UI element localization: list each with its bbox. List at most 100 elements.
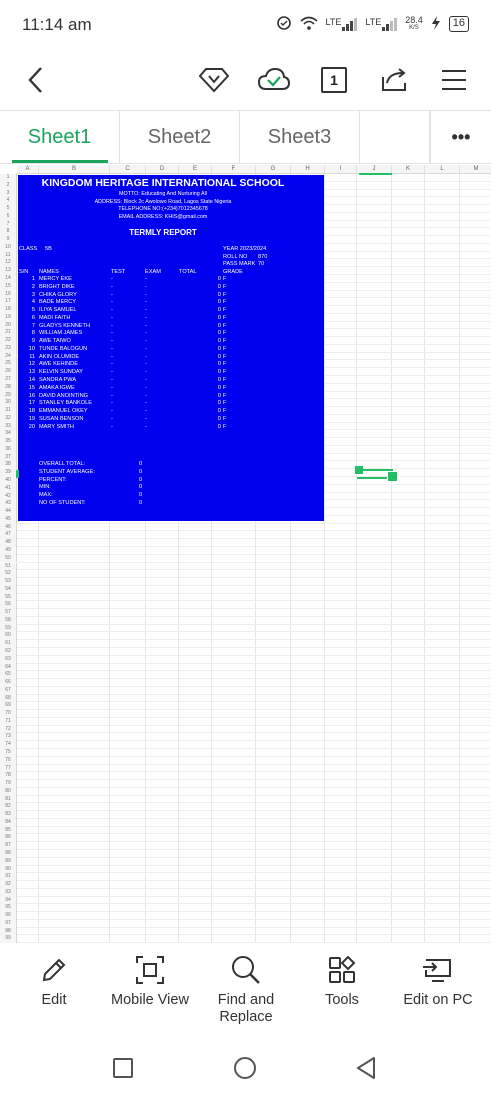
row-header[interactable]: 44 — [0, 508, 17, 516]
row-header[interactable]: 94 — [0, 896, 17, 905]
row-header[interactable]: 78 — [0, 772, 17, 781]
row-header[interactable]: 38 — [0, 461, 17, 470]
row-header[interactable]: 66 — [0, 679, 17, 687]
row-header[interactable]: 99 — [0, 935, 17, 943]
row-header[interactable]: 45 — [0, 515, 17, 524]
row-header[interactable]: 88 — [0, 849, 17, 858]
row-header[interactable]: 68 — [0, 694, 17, 703]
column-header[interactable]: C — [110, 165, 146, 174]
row-header[interactable]: 23 — [0, 344, 17, 353]
row-header[interactable]: 17 — [0, 298, 17, 307]
row-header[interactable]: 16 — [0, 290, 17, 299]
row-header[interactable]: 37 — [0, 453, 17, 462]
row-header[interactable]: 10 — [0, 243, 17, 252]
premium-button[interactable] — [196, 62, 232, 98]
row-header[interactable]: 77 — [0, 764, 17, 773]
row-header[interactable]: 6 — [0, 212, 17, 221]
row-header[interactable]: 5 — [0, 205, 17, 213]
row-header[interactable]: 86 — [0, 834, 17, 843]
mobile-view-button[interactable]: Mobile View — [101, 954, 199, 1008]
row-header[interactable]: 90 — [0, 865, 17, 874]
menu-button[interactable] — [436, 62, 472, 98]
cloud-sync-button[interactable] — [256, 62, 292, 98]
row-header[interactable]: 4 — [0, 197, 17, 206]
row-header[interactable]: 15 — [0, 282, 17, 291]
row-header[interactable]: 76 — [0, 756, 17, 765]
row-header[interactable]: 26 — [0, 368, 17, 377]
find-replace-button[interactable]: Find and Replace — [197, 954, 295, 1026]
row-header[interactable]: 18 — [0, 306, 17, 314]
row-header[interactable]: 42 — [0, 492, 17, 501]
tab-sheet2[interactable]: Sheet2 — [120, 111, 240, 163]
column-header[interactable]: L — [425, 165, 460, 174]
recent-apps-button[interactable] — [113, 1058, 133, 1078]
row-header[interactable]: 98 — [0, 927, 17, 936]
column-header[interactable]: D — [146, 165, 179, 174]
row-header[interactable]: 85 — [0, 826, 17, 835]
share-button[interactable] — [376, 62, 412, 98]
spreadsheet-grid[interactable]: ABCDEFGHIJKLM 1 2 3 4 5 6 7 8 9 10 11 12 13 14 15 16 17 1… — [0, 165, 491, 943]
row-header[interactable]: 93 — [0, 888, 17, 897]
column-header[interactable]: E — [179, 165, 212, 174]
row-header[interactable]: 31 — [0, 407, 17, 415]
row-header[interactable]: 27 — [0, 376, 17, 384]
row-header[interactable]: 73 — [0, 733, 17, 742]
row-header[interactable]: 14 — [0, 275, 17, 283]
back-button[interactable] — [18, 62, 54, 98]
row-header[interactable]: 83 — [0, 811, 17, 819]
back-nav-button[interactable] — [356, 1056, 376, 1085]
row-header[interactable]: 97 — [0, 919, 17, 928]
row-header[interactable]: 25 — [0, 360, 17, 369]
row-header[interactable]: 20 — [0, 321, 17, 330]
row-header[interactable]: 13 — [0, 267, 17, 275]
row-header[interactable]: 29 — [0, 391, 17, 400]
column-header[interactable]: A — [17, 165, 39, 174]
row-header[interactable]: 70 — [0, 710, 17, 718]
row-header[interactable]: 91 — [0, 873, 17, 882]
row-header[interactable]: 79 — [0, 780, 17, 788]
row-header[interactable]: 63 — [0, 655, 17, 664]
row-header[interactable]: 50 — [0, 554, 17, 563]
row-header[interactable]: 30 — [0, 399, 17, 408]
tools-button[interactable]: Tools — [293, 954, 391, 1008]
tab-sheet1[interactable]: Sheet1 — [0, 111, 120, 163]
row-header[interactable]: 2 — [0, 181, 17, 190]
row-header[interactable]: 53 — [0, 578, 17, 586]
row-header[interactable]: 12 — [0, 259, 17, 268]
row-header[interactable]: 92 — [0, 881, 17, 889]
row-header[interactable]: 40 — [0, 477, 17, 485]
row-header[interactable]: 84 — [0, 818, 17, 827]
row-header[interactable]: 41 — [0, 484, 17, 493]
row-header[interactable]: 11 — [0, 251, 17, 260]
column-header[interactable]: H — [291, 165, 325, 174]
row-header[interactable]: 48 — [0, 539, 17, 547]
row-header[interactable]: 69 — [0, 702, 17, 711]
row-header[interactable]: 58 — [0, 616, 17, 625]
row-header[interactable]: 47 — [0, 531, 17, 540]
row-header[interactable]: 9 — [0, 236, 17, 244]
row-header[interactable]: 60 — [0, 632, 17, 641]
row-header[interactable]: 95 — [0, 904, 17, 913]
column-header[interactable]: B — [39, 165, 110, 174]
row-header[interactable]: 75 — [0, 748, 17, 757]
row-header[interactable]: 59 — [0, 624, 17, 633]
row-header[interactable]: 33 — [0, 422, 17, 431]
column-header[interactable]: F — [212, 165, 256, 174]
row-header[interactable]: 64 — [0, 663, 17, 672]
row-header[interactable]: 3 — [0, 189, 17, 198]
row-header[interactable]: 1 — [0, 174, 17, 182]
row-header[interactable]: 34 — [0, 430, 17, 439]
row-header[interactable]: 8 — [0, 228, 17, 237]
column-header[interactable]: K — [392, 165, 425, 174]
row-header[interactable]: 82 — [0, 803, 17, 812]
row-header[interactable]: 81 — [0, 795, 17, 804]
edit-button[interactable]: Edit — [5, 954, 103, 1008]
row-header[interactable]: 72 — [0, 725, 17, 734]
row-header[interactable]: 52 — [0, 570, 17, 579]
row-header[interactable]: 56 — [0, 601, 17, 610]
row-header[interactable]: 67 — [0, 686, 17, 695]
row-header[interactable]: 62 — [0, 647, 17, 656]
row-header[interactable]: 57 — [0, 609, 17, 617]
row-header[interactable]: 74 — [0, 741, 17, 749]
row-header[interactable]: 61 — [0, 640, 17, 648]
